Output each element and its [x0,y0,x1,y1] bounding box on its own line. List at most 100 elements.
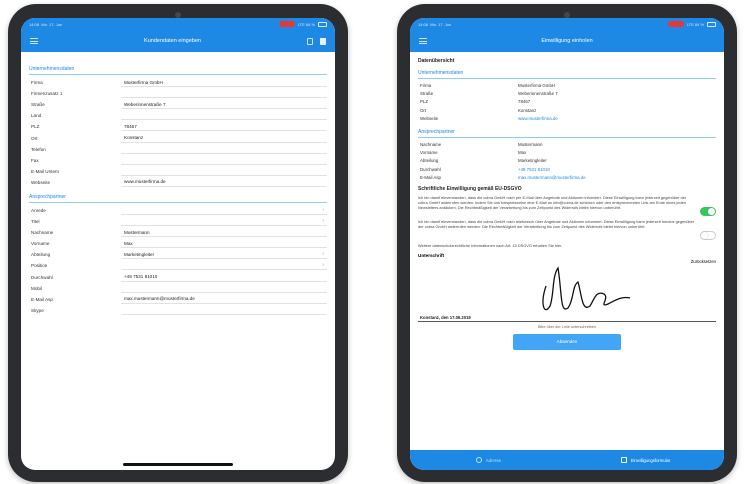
status-time-date: 14:08 Mo. 17. Jun [418,21,452,27]
input-field[interactable]: › [121,217,327,227]
summary-label: Webseite [420,116,439,122]
input-field[interactable]: Max [121,239,327,249]
form-row: Ort Konstanz [29,132,327,143]
company-fields: Firma Musterfirma GmbH Firmenzusatz 1 Straß… [29,77,327,188]
summary-value: Konstanz [518,107,537,113]
summary-value: Weberinnenstraße 7 [518,91,558,97]
status-bar: 14:08 Mo. 17. Jun LTE 84 % [21,18,335,30]
menu-icon[interactable] [30,38,38,44]
summary-row: Abteilung Marketingleiter [418,157,716,165]
field-value: +49 7531 81010 [124,274,158,280]
customer-data-screen: 14:08 Mo. 17. Jun LTE 84 % Kundendaten e… [21,18,335,470]
consent-heading: Schriftliche Einwilligung gemäß EU-DSGVO [418,185,522,192]
field-label: Firma [31,80,43,86]
summary-value: Max [518,150,527,156]
consent-phone-toggle[interactable] [700,230,716,240]
input-field[interactable]: Mustermann [121,228,327,238]
summary-row: Straße Weberinnenstraße 7 [418,89,716,97]
tab-address[interactable]: Adresse [410,450,567,470]
input-field[interactable] [121,167,327,176]
summary-value[interactable]: www.musterfirma.de [518,116,716,121]
chevron-right-icon: › [322,218,324,225]
field-label: Fax [31,157,39,163]
input-field[interactable] [121,89,327,99]
field-label: Ort [31,135,38,141]
input-field[interactable]: Konstanz [121,134,327,143]
field-label: Webseite [31,179,51,185]
input-field[interactable] [121,156,327,165]
input-field[interactable]: Marketingleiter › [121,250,327,260]
consent-phone: Ich bin damit einverstanden, dass die co… [418,219,716,240]
input-field[interactable] [121,111,327,121]
input-field[interactable] [121,145,327,154]
summary-value: Musterfirma GmbH [518,82,556,88]
form-row: Vorname Max [29,238,327,249]
summary-value[interactable]: +49 7531 81010 [518,167,716,172]
address-icon [475,457,482,463]
consent-content: Datenübersicht Unternehmensdaten Firma Mu… [410,52,724,350]
form-content: Unternehmensdaten Firma Musterfirma GmbH F… [21,52,335,316]
summary-row: E-Mail Asp max.mustermann@musterfirma.de [418,174,716,182]
summary-label: Vorname [420,150,438,156]
input-field[interactable]: www.musterfirma.de [121,178,327,187]
form-row: E-Mail Asp max.mustermann@musterfirma.de [29,294,327,305]
input-field[interactable]: › [121,206,327,215]
summary-row: Ort Konstanz [418,106,716,114]
field-label: Mobil [31,285,42,291]
field-label: Vorname [31,241,50,247]
form-row: Webseite www.musterfirma.de [29,177,327,188]
chevron-right-icon: › [322,206,324,213]
summary-value[interactable]: max.mustermann@musterfirma.de [518,175,716,180]
input-field[interactable]: +49 7531 81010 [121,273,327,282]
summary-row: Webseite www.musterfirma.de [418,115,716,123]
summary-row: Durchwahl +49 7531 81010 [418,165,716,173]
tab-consent-form[interactable]: Einwilligungsformular [567,450,724,470]
form-row: Titel › [29,216,327,227]
summary-row: Nachname Mustermann [418,140,716,148]
consent-screen: 14:08 Mo. 17. Jun LTE 84 % Einwilligung … [410,18,724,470]
menu-icon[interactable] [419,38,427,44]
status-bar: 14:08 Mo. 17. Jun LTE 84 % [410,18,724,30]
scan-icon[interactable] [306,37,313,45]
summary-label: Firma [420,82,432,88]
field-value: Musterfirma GmbH [124,79,163,85]
signature-hint: Bitte über der Linie unterschreiben [537,324,597,329]
form-row: Fax [29,155,327,166]
signature-line [418,320,716,322]
recording-indicator-icon [667,21,684,27]
overview-heading: Datenübersicht [418,58,455,64]
field-value: Max [124,240,133,246]
input-field[interactable] [121,284,327,293]
form-icon [620,457,627,463]
contact-section-title: Ansprechpartner [418,129,716,138]
field-label: Skype [31,307,44,313]
recording-indicator-icon [278,21,295,27]
input-field[interactable] [121,306,327,315]
tablet-right: 14:08 Mo. 17. Jun LTE 84 % Einwilligung … [397,4,737,482]
form-row: E-Mail Untern [29,166,327,177]
summary-label: Nachname [420,141,442,147]
company-summary: Firma Musterfirma GmbH Straße Weberinnenstr… [418,81,716,123]
input-field[interactable]: 78467 [121,122,327,132]
consent-email-toggle[interactable] [700,206,716,216]
further-info-text[interactable]: Weitere datenschutzrechtliche Informatio… [418,243,716,248]
field-label: Telefon [31,146,46,152]
input-field[interactable]: Musterfirma GmbH [121,78,327,88]
field-label: E-Mail Untern [31,168,60,174]
summary-row: PLZ 78467 [418,98,716,106]
nav-actions [306,37,326,45]
field-label: Nachname [31,230,54,236]
form-row: Nachname Mustermann [29,227,327,238]
input-field[interactable]: max.mustermann@musterfirma.de [121,295,327,304]
form-row: Firmenzusatz 1 [29,88,327,99]
input-field[interactable]: › [121,261,327,271]
signature-pad[interactable]: Konstanz, den 17.06.2019 Bitte über der … [418,264,716,330]
form-row: Abteilung Marketingleiter › [29,249,327,260]
trash-icon[interactable] [319,37,326,45]
input-field[interactable]: Weberinnenstraße 7 [121,100,327,110]
signature-heading: Unterschrift [418,252,445,258]
send-button[interactable]: Absenden [513,333,621,350]
form-row: Straße Weberinnenstraße 7 [29,99,327,110]
nav-title: Einwilligung einholen [541,38,593,44]
summary-label: Ort [420,107,427,113]
